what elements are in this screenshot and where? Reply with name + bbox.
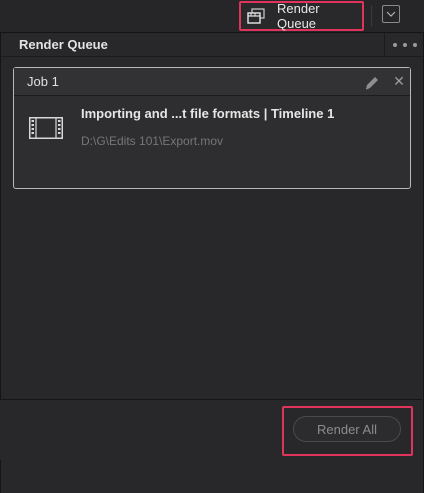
job-clip-name: Importing and ...t file formats | Timeli… bbox=[81, 106, 335, 121]
edit-job-button[interactable] bbox=[363, 74, 381, 92]
toolbar-divider bbox=[371, 5, 372, 27]
more-options-icon bbox=[393, 43, 397, 47]
job-title: Job 1 bbox=[27, 74, 59, 89]
panel-header: Render Queue bbox=[1, 33, 423, 57]
panel-title: Render Queue bbox=[19, 37, 108, 52]
job-card-body: Importing and ...t file formats | Timeli… bbox=[14, 96, 410, 188]
render-all-button[interactable]: Render All bbox=[293, 416, 401, 442]
chevron-down-icon bbox=[386, 11, 396, 17]
render-queue-toggle-label: Render Queue bbox=[277, 1, 320, 31]
pencil-icon bbox=[365, 77, 378, 90]
film-strip-icon bbox=[29, 117, 63, 139]
render-queue-toggle-button[interactable]: Render Queue bbox=[239, 1, 364, 31]
remove-job-button[interactable]: ✕ bbox=[392, 73, 406, 89]
header-divider bbox=[384, 33, 385, 57]
panel-dropdown-button[interactable] bbox=[382, 5, 400, 23]
job-card-header: Job 1 ✕ bbox=[14, 68, 410, 96]
top-toolbar: Render Queue bbox=[0, 0, 424, 33]
job-card[interactable]: Job 1 ✕ Importing and ...t file formats … bbox=[13, 67, 411, 189]
close-icon: ✕ bbox=[393, 73, 405, 89]
more-options-button[interactable] bbox=[393, 38, 417, 52]
job-output-path: D:\G\Edits 101\Export.mov bbox=[81, 134, 224, 148]
render-queue-icon bbox=[247, 8, 265, 24]
